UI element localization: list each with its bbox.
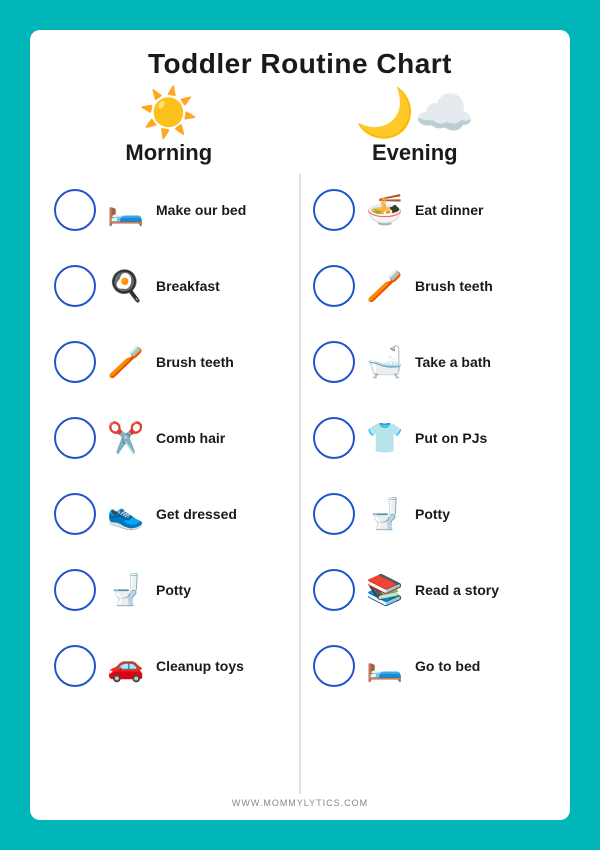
morning-column: 🛏️ Make our bed 🍳 Breakfast 🪥 Brush teet… bbox=[54, 174, 287, 794]
morning-label: Morning bbox=[125, 140, 212, 166]
morning-item: ✂️ Comb hair bbox=[54, 402, 287, 474]
content-columns: 🛏️ Make our bed 🍳 Breakfast 🪥 Brush teet… bbox=[54, 174, 546, 794]
evening-item-icon-1: 🪥 bbox=[361, 262, 409, 310]
evening-checkbox-6[interactable] bbox=[313, 645, 355, 687]
footer-text: WWW.MOMMYLYTICS.COM bbox=[232, 798, 368, 808]
evening-item: 🪥 Brush teeth bbox=[313, 250, 546, 322]
morning-item: 🚽 Potty bbox=[54, 554, 287, 626]
evening-column: 🍜 Eat dinner 🪥 Brush teeth 🛁 Take a bath… bbox=[313, 174, 546, 794]
evening-item-label-0: Eat dinner bbox=[415, 202, 483, 219]
morning-item-label-1: Breakfast bbox=[156, 278, 220, 295]
morning-checkbox-3[interactable] bbox=[54, 417, 96, 459]
morning-checkbox-0[interactable] bbox=[54, 189, 96, 231]
evening-item-label-1: Brush teeth bbox=[415, 278, 493, 295]
evening-label: Evening bbox=[372, 140, 458, 166]
column-divider bbox=[299, 174, 301, 794]
evening-item-label-6: Go to bed bbox=[415, 658, 480, 675]
morning-item: 🍳 Breakfast bbox=[54, 250, 287, 322]
evening-item-label-5: Read a story bbox=[415, 582, 499, 599]
evening-header: 🌙☁️ Evening bbox=[355, 90, 475, 166]
evening-item: 👕 Put on PJs bbox=[313, 402, 546, 474]
morning-item: 🪥 Brush teeth bbox=[54, 326, 287, 398]
morning-item-label-3: Comb hair bbox=[156, 430, 225, 447]
evening-checkbox-1[interactable] bbox=[313, 265, 355, 307]
evening-checkbox-2[interactable] bbox=[313, 341, 355, 383]
morning-item: 🛏️ Make our bed bbox=[54, 174, 287, 246]
morning-item-icon-4: 👟 bbox=[102, 490, 150, 538]
page-title: Toddler Routine Chart bbox=[148, 48, 452, 80]
morning-item-icon-3: ✂️ bbox=[102, 414, 150, 462]
morning-item: 👟 Get dressed bbox=[54, 478, 287, 550]
evening-item: 📚 Read a story bbox=[313, 554, 546, 626]
morning-item-label-5: Potty bbox=[156, 582, 191, 599]
evening-item-icon-2: 🛁 bbox=[361, 338, 409, 386]
evening-item-icon-6: 🛏️ bbox=[361, 642, 409, 690]
evening-checkbox-0[interactable] bbox=[313, 189, 355, 231]
morning-checkbox-1[interactable] bbox=[54, 265, 96, 307]
evening-checkbox-4[interactable] bbox=[313, 493, 355, 535]
morning-checkbox-4[interactable] bbox=[54, 493, 96, 535]
morning-item-icon-2: 🪥 bbox=[102, 338, 150, 386]
evening-item-label-4: Potty bbox=[415, 506, 450, 523]
morning-icon: ☀️ bbox=[139, 90, 199, 138]
morning-item-icon-0: 🛏️ bbox=[102, 186, 150, 234]
morning-item-icon-1: 🍳 bbox=[102, 262, 150, 310]
evening-item-icon-0: 🍜 bbox=[361, 186, 409, 234]
evening-item: 🛏️ Go to bed bbox=[313, 630, 546, 702]
morning-item-icon-5: 🚽 bbox=[102, 566, 150, 614]
morning-checkbox-2[interactable] bbox=[54, 341, 96, 383]
morning-item-icon-6: 🚗 bbox=[102, 642, 150, 690]
evening-item-label-2: Take a bath bbox=[415, 354, 491, 371]
evening-item-icon-5: 📚 bbox=[361, 566, 409, 614]
morning-checkbox-5[interactable] bbox=[54, 569, 96, 611]
evening-item-icon-3: 👕 bbox=[361, 414, 409, 462]
morning-item-label-0: Make our bed bbox=[156, 202, 246, 219]
evening-checkbox-5[interactable] bbox=[313, 569, 355, 611]
morning-checkbox-6[interactable] bbox=[54, 645, 96, 687]
evening-item-label-3: Put on PJs bbox=[415, 430, 487, 447]
morning-item-label-4: Get dressed bbox=[156, 506, 237, 523]
evening-item: 🚽 Potty bbox=[313, 478, 546, 550]
section-headers: ☀️ Morning 🌙☁️ Evening bbox=[54, 90, 546, 166]
evening-item-icon-4: 🚽 bbox=[361, 490, 409, 538]
morning-item-label-6: Cleanup toys bbox=[156, 658, 244, 675]
morning-header: ☀️ Morning bbox=[125, 90, 212, 166]
evening-item: 🛁 Take a bath bbox=[313, 326, 546, 398]
evening-checkbox-3[interactable] bbox=[313, 417, 355, 459]
main-card: Toddler Routine Chart ☀️ Morning 🌙☁️ Eve… bbox=[30, 30, 570, 820]
morning-item-label-2: Brush teeth bbox=[156, 354, 234, 371]
evening-item: 🍜 Eat dinner bbox=[313, 174, 546, 246]
evening-icon: 🌙☁️ bbox=[355, 90, 475, 138]
morning-item: 🚗 Cleanup toys bbox=[54, 630, 287, 702]
